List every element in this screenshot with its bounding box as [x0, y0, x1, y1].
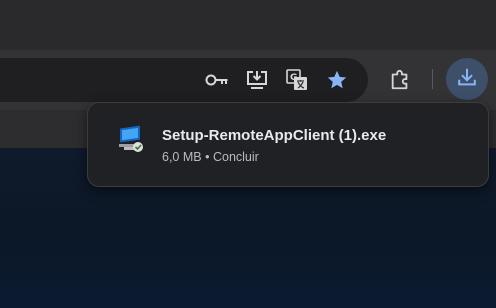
download-size: 6,0 MB — [162, 150, 202, 164]
star-bookmark-icon[interactable] — [321, 64, 353, 96]
tab-strip — [0, 0, 496, 50]
installer-file-icon[interactable] — [116, 125, 146, 155]
toolbar-separator — [432, 69, 433, 89]
status-separator: • — [205, 150, 210, 164]
download-bubble: Setup-RemoteAppClient (1).exe 6,0 MB • C… — [87, 102, 489, 187]
extensions-puzzle-icon[interactable] — [384, 64, 416, 96]
download-icon — [456, 66, 478, 93]
download-status: 6,0 MB • Concluir — [162, 150, 259, 164]
download-file-name[interactable]: Setup-RemoteAppClient (1).exe — [162, 127, 386, 144]
download-status-text: Concluir — [212, 150, 259, 164]
install-app-icon[interactable] — [241, 64, 273, 96]
download-button[interactable] — [446, 58, 488, 100]
key-icon[interactable] — [201, 64, 233, 96]
translate-icon[interactable]: G — [281, 64, 313, 96]
